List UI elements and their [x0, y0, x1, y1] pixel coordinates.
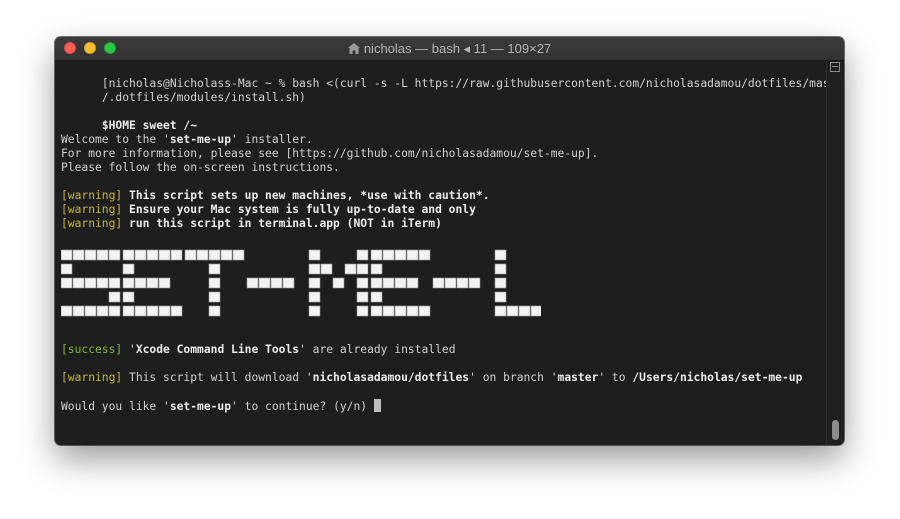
scrollbar[interactable]	[826, 61, 844, 445]
banner-letter	[246, 277, 295, 289]
terminal-line: For more information, please see [https:…	[61, 147, 598, 161]
terminal-line: Welcome to the 'set-me-up' installer.	[61, 133, 313, 147]
terminal-line: Would you like 'set-me-up' to continue? …	[61, 399, 381, 413]
output-text: Welcome to the '	[61, 133, 170, 146]
scrollbar-thumb[interactable]	[832, 420, 839, 440]
terminal-line: [nicholas@Nicholass-Mac ~ % bash <(curl …	[61, 63, 844, 90]
warning-tag: [warning]	[61, 371, 123, 384]
banner-letter	[184, 249, 245, 317]
output-text: run this script in terminal.app (NOT in …	[122, 217, 442, 230]
terminal-window: nicholas — bash ◂ 11 — 109×27 [nicholas@…	[55, 37, 844, 445]
output-text: This script sets up new machines, *use w…	[122, 189, 490, 202]
title-bar[interactable]: nicholas — bash ◂ 11 — 109×27	[55, 37, 844, 61]
banner-letter	[494, 249, 541, 317]
warning-tag: [warning]	[61, 217, 123, 230]
banner-letter	[370, 249, 431, 317]
terminal-line: $HOME sweet /~	[61, 105, 197, 132]
split-pane-icon[interactable]	[830, 62, 840, 72]
output-text: For more information, please see [https:…	[61, 147, 599, 160]
output-text: ' to	[598, 371, 633, 384]
home-icon	[347, 43, 360, 54]
terminal-line: [warning] This script will download 'nic…	[61, 371, 802, 385]
terminal-line: /.dotfiles/modules/install.sh)	[61, 77, 306, 104]
terminal-line: [warning] run this script in terminal.ap…	[61, 217, 442, 231]
success-tag: [success]	[61, 343, 123, 356]
prompt-text: ' to continue? (y/n)	[231, 400, 374, 413]
window-title-text: nicholas — bash ◂ 11 — 109×27	[363, 41, 552, 56]
output-text: Xcode Command Line Tools	[135, 343, 300, 356]
banner-letter	[432, 277, 481, 289]
output-text: Ensure your Mac system is fully up-to-da…	[122, 203, 476, 216]
banner-letter	[61, 249, 121, 317]
output-text: /Users/nicholas/set-me-up	[632, 371, 803, 384]
terminal-output[interactable]: [nicholas@Nicholass-Mac ~ % bash <(curl …	[55, 61, 844, 445]
heading-text: $HOME sweet /~	[101, 119, 198, 132]
output-text: '	[122, 343, 136, 356]
prompt-text: set-me-up	[169, 400, 232, 413]
output-text: ' are already installed	[299, 343, 456, 356]
warning-tag: [warning]	[61, 189, 123, 202]
set-me-up-banner	[61, 249, 541, 317]
window-title: nicholas — bash ◂ 11 — 109×27	[55, 37, 844, 60]
banner-letter	[308, 249, 369, 317]
prompt-text: Would you like '	[61, 400, 170, 413]
output-text: nicholasadamou/dotfiles	[312, 371, 470, 384]
output-text: ' on branch '	[469, 371, 558, 384]
terminal-line: [warning] Ensure your Mac system is full…	[61, 203, 476, 217]
banner-letter	[122, 249, 183, 317]
terminal-line: [success] 'Xcode Command Line Tools' are…	[61, 343, 456, 357]
output-text: set-me-up	[169, 133, 232, 146]
output-text: Please follow the on-screen instructions…	[61, 161, 340, 174]
warning-tag: [warning]	[61, 203, 123, 216]
terminal-line: [warning] This script sets up new machin…	[61, 189, 490, 203]
terminal-line: Please follow the on-screen instructions…	[61, 161, 340, 175]
command-text: /.dotfiles/modules/install.sh)	[101, 91, 306, 104]
output-text: master	[557, 371, 599, 384]
text-cursor	[373, 399, 381, 412]
output-text: ' installer.	[231, 133, 313, 146]
output-text: This script will download '	[122, 371, 313, 384]
